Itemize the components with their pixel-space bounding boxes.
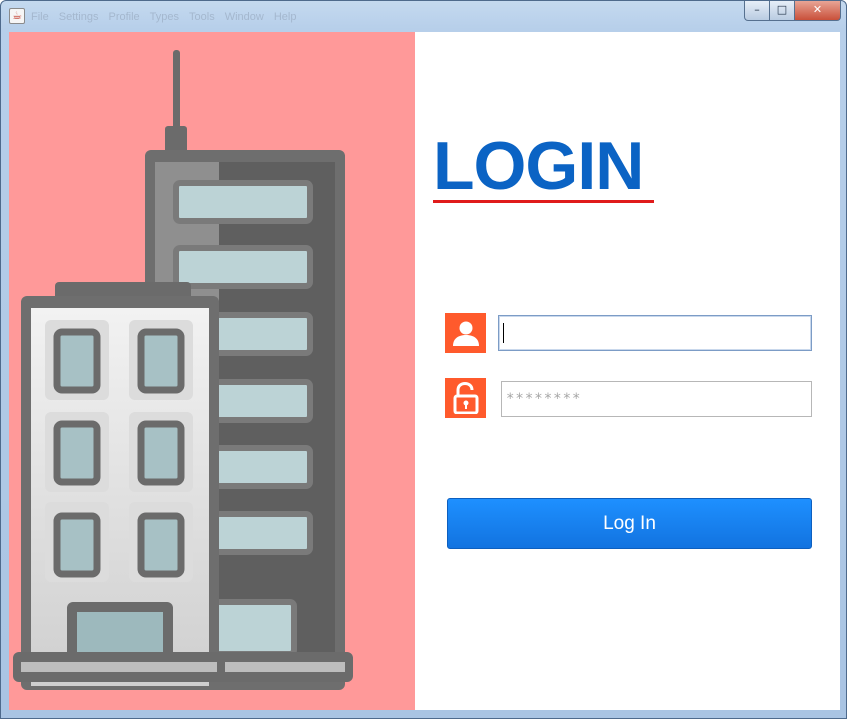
login-button[interactable]: Log In xyxy=(447,498,812,549)
text-caret xyxy=(503,323,504,343)
title-underline xyxy=(433,200,654,203)
title-bar[interactable]: ☕ File Settings Profile Types Tools Wind… xyxy=(1,1,846,31)
office-buildings-illustration xyxy=(13,50,353,690)
login-panel: LOGIN ******** Log In xyxy=(415,32,840,710)
maximize-button[interactable]: □ xyxy=(770,1,795,21)
username-input[interactable] xyxy=(498,315,812,351)
menu-item-types[interactable]: Types xyxy=(150,9,179,25)
menu-item-help[interactable]: Help xyxy=(274,9,297,25)
menu-item-file[interactable]: File xyxy=(31,9,49,25)
menu-item-settings[interactable]: Settings xyxy=(59,9,99,25)
menu-item-window[interactable]: Window xyxy=(225,9,264,25)
illustration-panel xyxy=(9,32,415,710)
window-controls: – □ ✕ xyxy=(744,1,841,21)
close-button[interactable]: ✕ xyxy=(795,1,841,21)
user-icon xyxy=(445,313,486,353)
menu-bar: File Settings Profile Types Tools Window… xyxy=(31,9,296,25)
password-input[interactable]: ******** xyxy=(501,381,812,417)
menu-item-profile[interactable]: Profile xyxy=(108,9,139,25)
login-title: LOGIN xyxy=(433,128,644,204)
menu-item-tools[interactable]: Tools xyxy=(189,9,215,25)
java-cup-icon[interactable]: ☕ xyxy=(9,8,25,24)
application-window: ☕ File Settings Profile Types Tools Wind… xyxy=(0,0,847,719)
minimize-button[interactable]: – xyxy=(744,1,770,21)
unlocked-padlock-icon xyxy=(445,378,486,418)
